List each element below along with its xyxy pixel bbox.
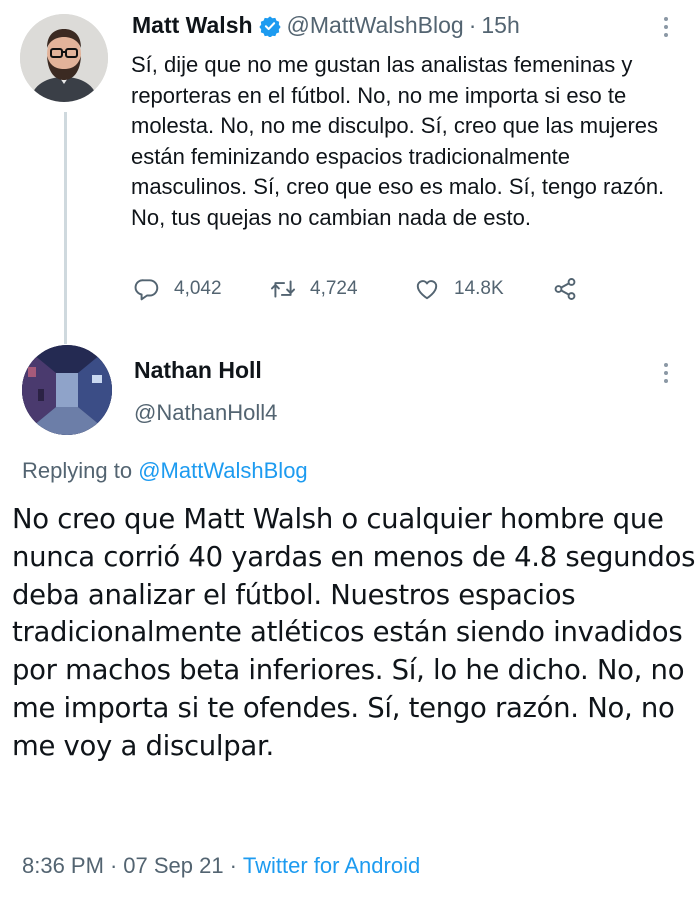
tweet-timestamp[interactable]: 15h (481, 12, 519, 39)
retweet-button[interactable]: 4,724 (270, 276, 358, 302)
reply-source[interactable]: Twitter for Android (243, 853, 420, 878)
like-button[interactable]: 14.8K (414, 276, 504, 302)
like-count: 14.8K (454, 278, 504, 299)
reply-author-handle[interactable]: @NathanHoll4 (134, 400, 277, 426)
retweet-count: 4,724 (310, 278, 358, 299)
share-button[interactable] (552, 276, 592, 302)
replying-to-line: Replying to @MattWalshBlog (22, 458, 308, 484)
reply-metadata: 8:36 PM · 07 Sep 21 · Twitter for Android (22, 853, 420, 879)
avatar-portrait-image (20, 14, 108, 102)
author-handle[interactable]: @MattWalshBlog (287, 12, 464, 39)
reply-count: 4,042 (174, 278, 222, 299)
more-options-icon[interactable] (659, 360, 673, 386)
reply-time[interactable]: 8:36 PM (22, 853, 104, 878)
avatar-matt-walsh[interactable] (20, 14, 108, 102)
header-separator: · (468, 12, 477, 38)
reply-icon (134, 279, 159, 301)
reply-text: No creo que Matt Walsh o cualquier hombr… (12, 503, 696, 762)
share-icon (554, 278, 576, 300)
avatar-alley-image (22, 345, 112, 435)
retweet-icon (270, 280, 296, 298)
reply-author-name[interactable]: Nathan Holl (134, 357, 262, 384)
thread-connector-line (64, 112, 67, 344)
replying-to-mention[interactable]: @MattWalshBlog (138, 458, 307, 483)
reply-date[interactable]: 07 Sep 21 (123, 853, 223, 878)
tweet-header: Matt Walsh @MattWalshBlog · 15h (132, 12, 520, 39)
tweet-text: Sí, dije que no me gustan las analistas … (131, 52, 665, 230)
replying-to-label: Replying to (22, 458, 133, 483)
meta-separator: · (109, 853, 118, 878)
like-icon (416, 280, 438, 300)
author-name[interactable]: Matt Walsh (132, 12, 253, 39)
meta-separator: · (229, 853, 237, 878)
more-options-icon[interactable] (659, 14, 673, 40)
verified-badge-icon (258, 15, 281, 37)
avatar-nathan-holl[interactable] (22, 345, 112, 435)
tweet-actions: 4,042 4,724 14.8K (134, 276, 604, 306)
reply-button[interactable]: 4,042 (134, 276, 222, 302)
